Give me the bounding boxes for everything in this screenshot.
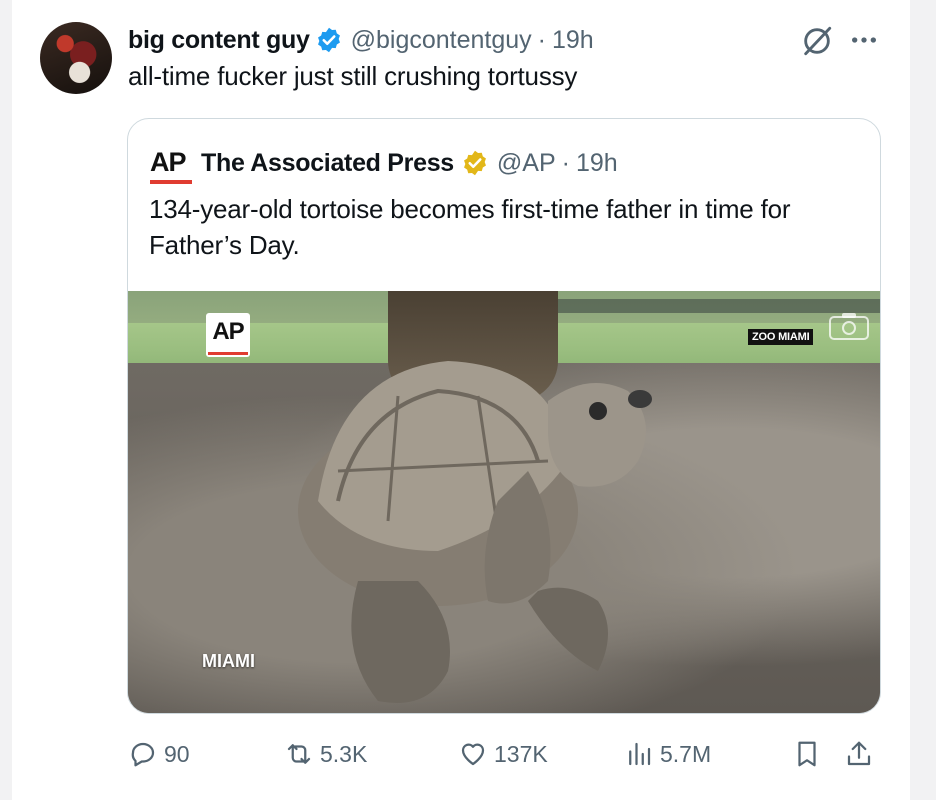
more-icon[interactable] [848,26,880,54]
tweet[interactable]: big content guy @bigcontentguy · 19h all… [12,0,910,800]
gold-verified-badge-icon [463,150,486,176]
quoted-header: The Associated Press @AP · 19h [201,143,618,183]
zoo-miami-watermark: ZOO MIAMI [748,329,814,345]
heart-icon [461,743,485,766]
share-icon [847,741,871,766]
action-bar: 90 5.3K 137K 5.7M [128,736,888,772]
quoted-text: 134-year-old tortoise becomes first-time… [149,194,791,260]
tweet-text: all-time fucker just still crushing tort… [128,61,578,91]
ap-logo-text: AP [150,147,187,177]
quoted-author-handle[interactable]: @AP [497,149,556,178]
ap-logo-icon[interactable]: AP [150,147,194,184]
ap-badge-text: AP [212,318,244,345]
avatar[interactable] [40,22,112,94]
quoted-tweet[interactable]: AP The Associated Press @AP · 19h 134-ye… [127,118,881,714]
views-icon [629,742,651,766]
reply-button[interactable]: 90 [128,736,190,772]
author-name[interactable]: big content guy [128,26,310,55]
repost-button[interactable]: 5.3K [284,736,367,772]
location-caption: MIAMI [202,651,255,671]
quoted-author-name[interactable]: The Associated Press [201,149,454,178]
bookmark-icon [798,741,816,767]
tortoise-image [298,361,652,703]
views-count: 5.7M [660,740,712,767]
reply-count: 90 [164,740,190,767]
views-button[interactable]: 5.7M [624,736,711,772]
author-handle[interactable]: @bigcontentguy [351,26,532,55]
verified-badge-icon [317,27,340,53]
repost-count: 5.3K [320,740,368,767]
like-count: 137K [494,740,548,767]
quoted-video[interactable]: AP ZOO MIAMI MIAMI [128,291,880,713]
repost-icon [287,744,311,764]
tweet-header: big content guy @bigcontentguy · 19h [128,22,594,58]
quoted-timestamp[interactable]: 19h [576,149,618,178]
separator-dot: · [537,25,546,54]
share-button[interactable] [844,736,880,772]
camera-icon [829,313,869,340]
reply-icon [131,742,155,767]
timestamp[interactable]: 19h [552,26,594,55]
quoted-separator-dot: · [561,148,570,177]
like-button[interactable]: 137K [458,736,548,772]
bookmark-button[interactable] [792,736,828,772]
grok-icon[interactable] [800,24,834,58]
ap-video-badge: AP [206,313,250,357]
